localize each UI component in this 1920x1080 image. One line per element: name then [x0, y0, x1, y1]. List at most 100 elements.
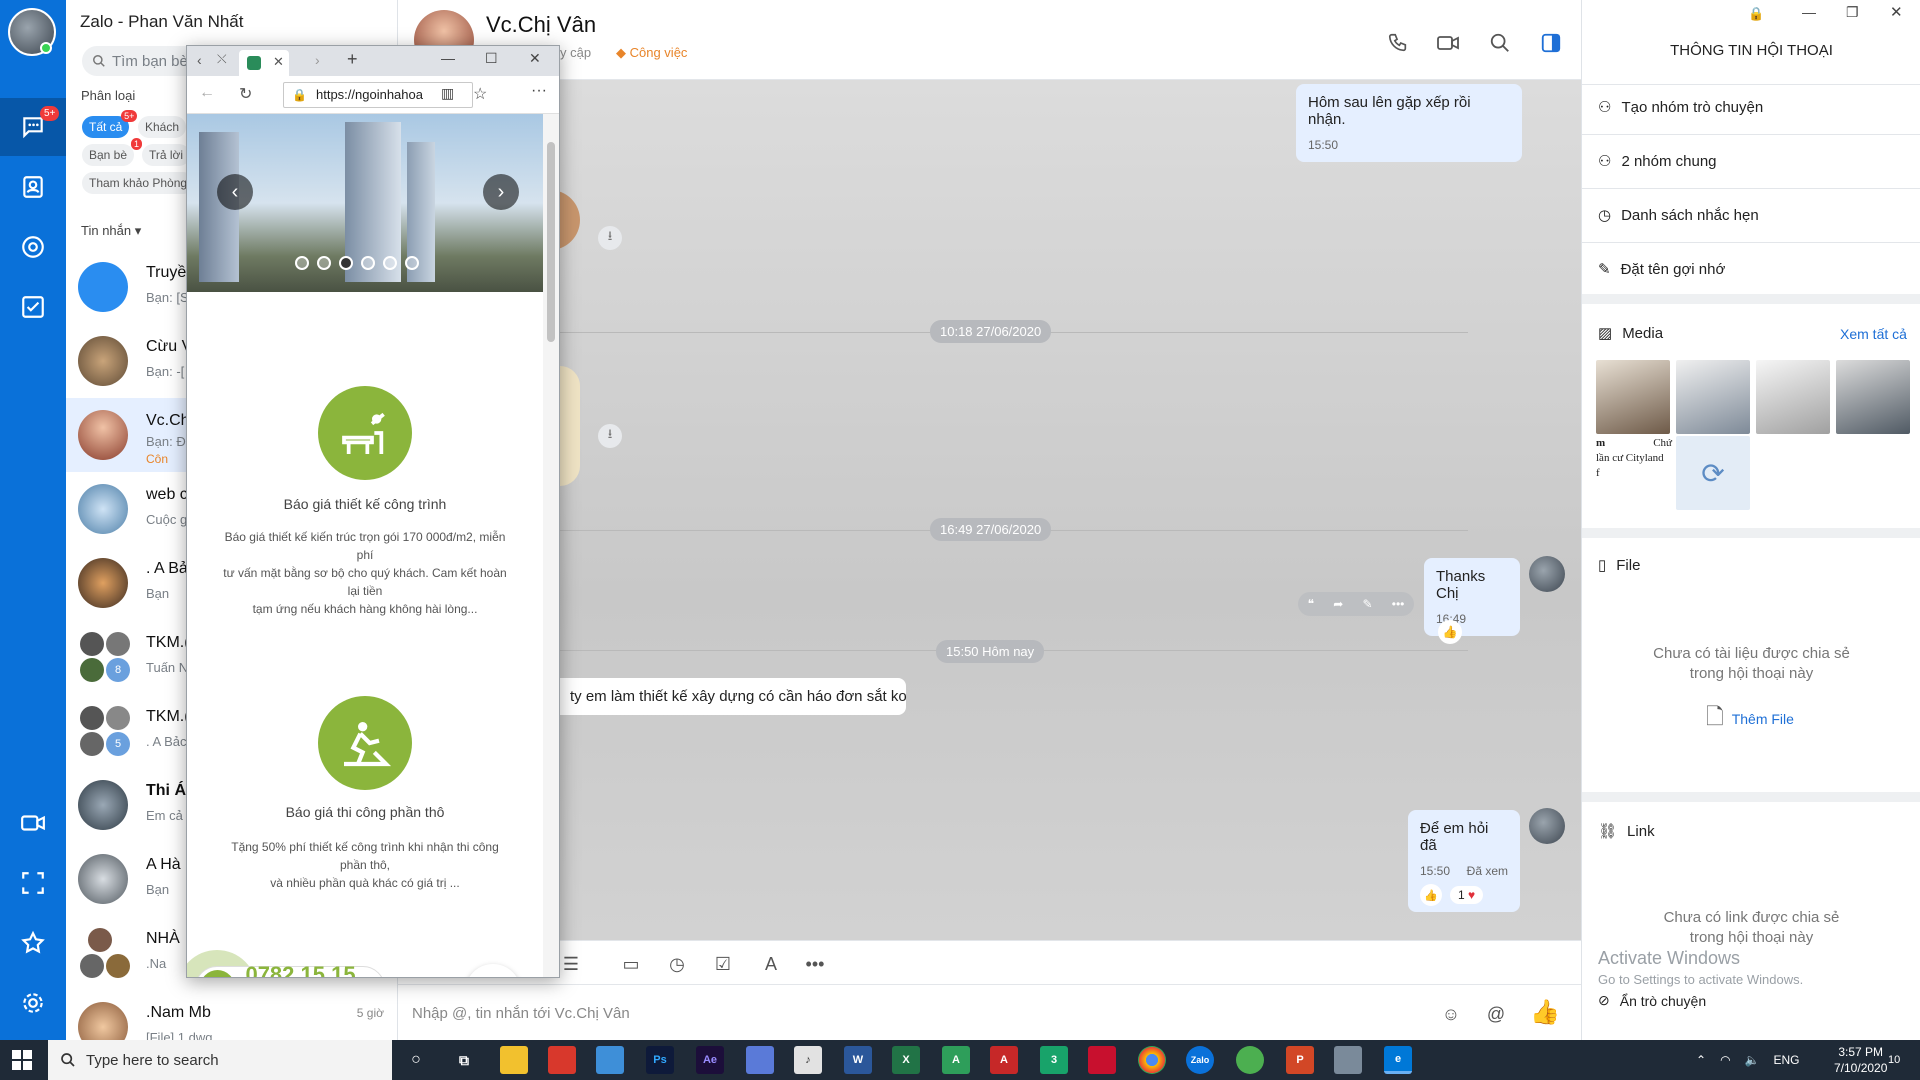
slider-dot[interactable] — [405, 256, 419, 270]
photoshop-icon[interactable]: Ps — [646, 1046, 674, 1074]
app-icon[interactable] — [1088, 1046, 1116, 1074]
media-thumbnail[interactable] — [1596, 360, 1670, 434]
search-input[interactable]: Tìm bạn bè — [112, 53, 188, 70]
create-group-button[interactable]: ⚇ Tạo nhóm trò chuyện — [1598, 98, 1763, 117]
contact-tag[interactable]: ◆ Công việc — [616, 45, 687, 61]
chevron-up-icon[interactable]: ⌃ — [1696, 1053, 1706, 1067]
conversation-item[interactable]: .Nam Mb 5 giờ [File] 1.dwg — [66, 990, 398, 1040]
close-icon[interactable]: ✕ — [1890, 3, 1903, 21]
language-indicator[interactable]: ENG — [1774, 1053, 1800, 1067]
nav-mentions-button[interactable] — [0, 218, 66, 276]
more-options-icon[interactable]: ••• — [802, 951, 828, 977]
app-icon[interactable] — [1334, 1046, 1362, 1074]
app-icon[interactable] — [1236, 1046, 1264, 1074]
nav-video-call-button[interactable] — [0, 794, 66, 852]
app-icon[interactable]: 3 — [1040, 1046, 1068, 1074]
chip-all[interactable]: Tất cả 5+ — [82, 110, 138, 138]
media-thumbnail[interactable] — [1756, 360, 1830, 434]
close-tab-icon[interactable]: ✕ — [273, 54, 284, 70]
nav-todo-button[interactable] — [0, 278, 66, 336]
powerpoint-icon[interactable]: P — [1286, 1046, 1314, 1074]
reminder-clock-icon[interactable]: ◷ — [664, 951, 690, 977]
slider-dot[interactable] — [317, 256, 331, 270]
hide-conversation-button[interactable]: ⊘ Ẩn trò chuyện — [1598, 992, 1706, 1009]
chrome-icon[interactable] — [1138, 1046, 1166, 1074]
app-icon[interactable] — [746, 1046, 774, 1074]
contact-card-icon[interactable]: ▭ — [618, 951, 644, 977]
chip-friends[interactable]: Bạn bè 1 — [82, 138, 143, 166]
add-file-button[interactable]: 🗋 Thêm File — [1706, 700, 1794, 738]
new-tab-icon[interactable]: + — [347, 49, 358, 70]
tab-back-icon[interactable]: ‹ — [197, 52, 202, 68]
edge-icon[interactable]: e — [1384, 1046, 1412, 1074]
reaction-count-pill[interactable]: 1 ♥ — [1450, 886, 1484, 904]
clock[interactable]: 3:57 PM 7/10/2020 — [1834, 1040, 1887, 1080]
forward-icon[interactable]: ➦ — [1333, 597, 1343, 611]
toggle-info-panel-button[interactable] — [1536, 28, 1566, 58]
app-icon[interactable] — [548, 1046, 576, 1074]
message-input[interactable]: Nhập @, tin nhắn tới Vc.Chị Vân — [412, 1005, 630, 1022]
after-effects-icon[interactable]: Ae — [696, 1046, 724, 1074]
wifi-icon[interactable]: ◠ — [1720, 1053, 1730, 1067]
emoji-icon[interactable]: ☺ — [1438, 1001, 1464, 1027]
quote-icon[interactable]: ❝ — [1308, 597, 1314, 611]
message-area[interactable]: Hôm sau lên gặp xếp rồi nhận. 15:50 ⭳ 10… — [398, 80, 1581, 940]
windows-start-button[interactable] — [12, 1050, 32, 1070]
message-bubble-sent[interactable]: Hôm sau lên gặp xếp rồi nhận. 15:50 — [1296, 84, 1522, 162]
nav-contacts-button[interactable] — [0, 158, 66, 216]
hotline-call-button[interactable]: ✆ 0782 15 15 35 — [195, 962, 385, 977]
close-icon[interactable]: ✕ — [529, 50, 541, 67]
like-reaction-icon[interactable]: 👍 — [1420, 884, 1442, 906]
voice-call-button[interactable] — [1383, 28, 1413, 58]
lock-icon[interactable]: 🔒 — [1748, 6, 1764, 22]
taskbar-search-input[interactable]: Type here to search — [86, 1052, 219, 1069]
common-groups-button[interactable]: ⚇ 2 nhóm chung — [1598, 152, 1717, 171]
image-loading-icon[interactable]: ⟳ — [1676, 436, 1750, 510]
edit-icon[interactable]: ✎ — [1363, 597, 1373, 611]
live-chat-button[interactable] — [465, 964, 521, 977]
task-assign-icon[interactable]: ☑ — [710, 951, 736, 977]
see-all-media-link[interactable]: Xem tất cả — [1840, 326, 1907, 342]
minimize-icon[interactable]: — — [1802, 4, 1816, 20]
page-scrollbar[interactable] — [543, 114, 559, 977]
back-arrow-icon[interactable]: ← — [199, 84, 215, 102]
restore-icon[interactable]: ☐ — [485, 50, 498, 67]
excel-icon[interactable]: X — [892, 1046, 920, 1074]
minimize-icon[interactable]: — — [441, 50, 455, 66]
nav-settings-button[interactable] — [0, 974, 66, 1032]
tab-forward-icon[interactable]: › — [315, 52, 320, 68]
notification-center-button[interactable]: 10 — [1888, 1040, 1900, 1080]
favorite-star-icon[interactable]: ☆ — [473, 84, 487, 104]
refresh-icon[interactable]: ↻ — [239, 84, 252, 104]
download-icon[interactable]: ⭳ — [598, 424, 622, 448]
text-format-icon[interactable]: A — [758, 951, 784, 977]
word-icon[interactable]: W — [844, 1046, 872, 1074]
media-thumbnail[interactable] — [1836, 360, 1910, 434]
chip-reference[interactable]: Tham khảo Phòng — [82, 172, 195, 194]
app-icon[interactable]: A — [942, 1046, 970, 1074]
app-icon[interactable] — [596, 1046, 624, 1074]
message-bubble-received[interactable]: ty em làm thiết kế xây dựng có cần háo đ… — [556, 678, 907, 715]
acrobat-icon[interactable]: A — [990, 1046, 1018, 1074]
video-call-button[interactable] — [1433, 28, 1463, 58]
chip-customers[interactable]: Khách — [138, 116, 187, 138]
tab-collapse-icon[interactable]: ⤬ — [217, 52, 227, 67]
slider-next-button[interactable]: › — [483, 174, 519, 210]
reading-view-icon[interactable]: ▥ — [441, 85, 454, 102]
message-composer[interactable]: Nhập @, tin nhắn tới Vc.Chị Vân ☺ @ 👍 — [398, 984, 1581, 1040]
slider-dot[interactable] — [383, 256, 397, 270]
slider-dot[interactable] — [361, 256, 375, 270]
mention-icon[interactable]: @ — [1483, 1001, 1509, 1027]
slider-dot[interactable] — [295, 256, 309, 270]
message-bubble-sent[interactable]: Để em hỏi đã 15:50 Đã xem 👍 1 ♥ — [1408, 810, 1520, 912]
quick-like-icon[interactable]: 👍 — [1530, 999, 1560, 1026]
reminders-button[interactable]: ◷ Danh sách nhắc hẹn — [1598, 206, 1759, 225]
cortana-icon[interactable]: ○ — [402, 1046, 430, 1074]
media-thumbnail[interactable] — [1676, 360, 1750, 434]
nav-favorites-button[interactable] — [0, 914, 66, 972]
browser-popup-window[interactable]: ‹ ⤬ ✕ › + — ☐ ✕ ← ↻ 🔒 https://ngoinhahoa… — [186, 45, 560, 978]
more-options-icon[interactable]: ··· — [531, 82, 547, 100]
file-explorer-icon[interactable] — [500, 1046, 528, 1074]
taskbar-search[interactable]: Type here to search — [48, 1040, 392, 1080]
media-thumbnail-document[interactable]: m Chứ lần cư Cityland f — [1596, 436, 1672, 512]
